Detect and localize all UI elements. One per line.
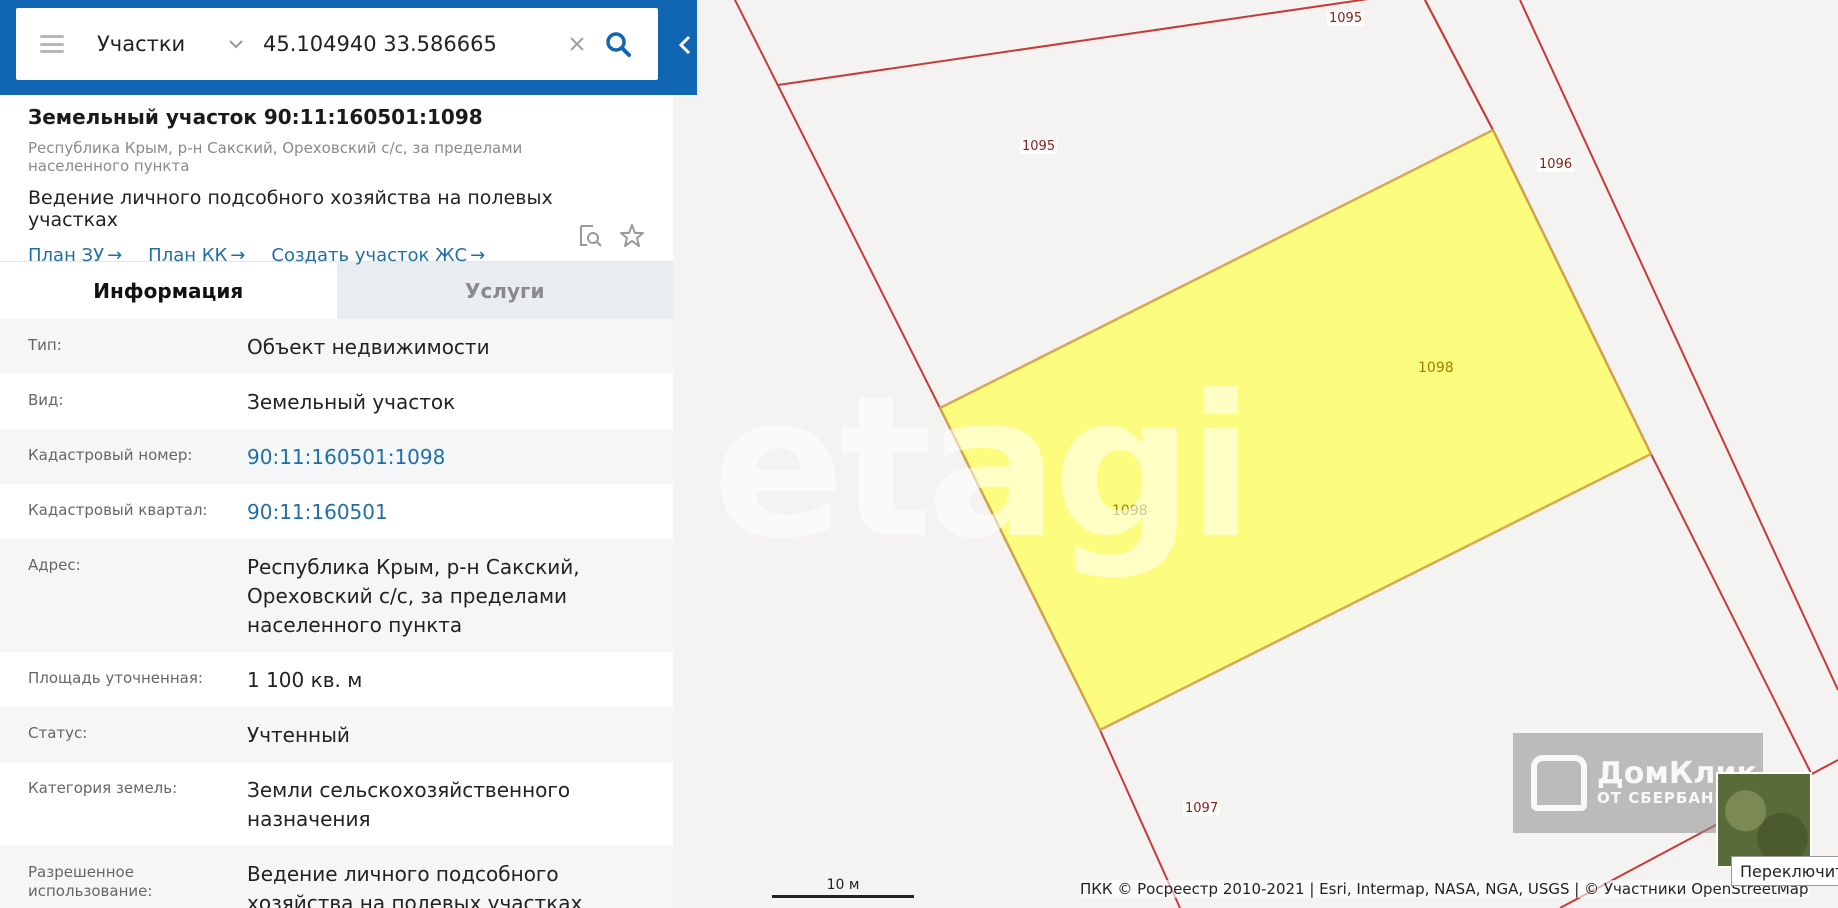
info-value: Ведение личного подсобного хозяйства на … bbox=[247, 862, 583, 908]
info-row: Вид: Земельный участок bbox=[0, 374, 673, 429]
info-key: Вид: bbox=[28, 391, 64, 409]
tab-information[interactable]: Информация bbox=[0, 262, 337, 319]
basemap-thumbnail[interactable] bbox=[1716, 772, 1812, 868]
info-row: Адрес: Республика Крым, р-н Сакский, Оре… bbox=[0, 539, 673, 652]
object-address: Республика Крым, р-н Сакский, Ореховский… bbox=[28, 139, 523, 175]
info-row: Тип: Объект недвижимости bbox=[0, 319, 673, 374]
search-icon[interactable] bbox=[604, 30, 632, 58]
parcel-label[interactable]: 1096 bbox=[1537, 157, 1575, 172]
layer-select[interactable]: Участки bbox=[97, 32, 217, 56]
parcel-label[interactable]: 1097 bbox=[1183, 801, 1221, 816]
switch-basemap-button[interactable]: Переключить bbox=[1731, 856, 1838, 886]
info-row: Статус: Учтенный bbox=[0, 707, 673, 762]
arrow-right-icon: → bbox=[230, 245, 246, 266]
close-icon[interactable] bbox=[568, 35, 586, 53]
info-value: Земельный участок bbox=[247, 390, 456, 414]
search-bar: Участки bbox=[16, 8, 658, 80]
info-key: Тип: bbox=[28, 336, 62, 354]
info-row: Разрешенное использование: Ведение лично… bbox=[0, 846, 673, 908]
info-row: Кадастровый номер: 90:11:160501:1098 bbox=[0, 429, 673, 484]
search-header: Участки bbox=[0, 0, 697, 95]
parcel-boundary-1095-mid bbox=[1424, 0, 1494, 131]
object-header: Земельный участок 90:11:160501:1098 Респ… bbox=[0, 95, 673, 266]
info-key: Кадастровый квартал: bbox=[28, 501, 208, 519]
object-actions bbox=[577, 223, 645, 249]
chevron-down-icon[interactable] bbox=[227, 35, 245, 53]
cadastral-number-link[interactable]: 90:11:160501:1098 bbox=[247, 429, 645, 484]
info-value: Учтенный bbox=[247, 723, 350, 747]
tab-services[interactable]: Услуги bbox=[336, 262, 673, 319]
arrow-right-icon: → bbox=[470, 245, 486, 266]
arrow-right-icon: → bbox=[107, 245, 123, 266]
parcel-label[interactable]: 1095 bbox=[1020, 139, 1058, 154]
object-permitted-use: Ведение личного подсобного хозяйства на … bbox=[28, 187, 553, 231]
info-value: 1 100 кв. м bbox=[247, 668, 363, 692]
menu-icon[interactable] bbox=[40, 35, 64, 53]
map-scale: 10 м bbox=[772, 877, 914, 898]
plan-zu-link[interactable]: План ЗУ → bbox=[28, 245, 122, 266]
info-row: Кадастровый квартал: 90:11:160501 bbox=[0, 484, 673, 539]
info-key: Адрес: bbox=[28, 556, 81, 574]
info-key: Площадь уточненная: bbox=[28, 669, 203, 687]
cadastral-quarter-link[interactable]: 90:11:160501 bbox=[247, 484, 645, 539]
info-row: Площадь уточненная: 1 100 кв. м bbox=[0, 652, 673, 707]
info-key: Кадастровый номер: bbox=[28, 446, 193, 464]
plan-kk-link[interactable]: План КК → bbox=[148, 245, 245, 266]
star-icon[interactable] bbox=[619, 223, 645, 249]
house-logo-icon bbox=[1531, 755, 1587, 811]
info-table: Тип: Объект недвижимости Вид: Земельный … bbox=[0, 319, 673, 908]
link-label: Создать участок ЖС bbox=[271, 245, 468, 266]
link-label: План КК bbox=[148, 245, 228, 266]
info-value: Земли сельскохозяйственного назначения bbox=[247, 778, 571, 831]
info-value: Республика Крым, р-н Сакский, Ореховский… bbox=[247, 555, 580, 637]
info-key: Статус: bbox=[28, 724, 88, 742]
document-search-icon[interactable] bbox=[577, 223, 603, 249]
parcel-label[interactable]: 1098 bbox=[1416, 360, 1456, 376]
info-value: Объект недвижимости bbox=[247, 335, 490, 359]
link-label: План ЗУ bbox=[28, 245, 105, 266]
search-input[interactable] bbox=[263, 32, 563, 56]
parcel-label[interactable]: 1095 bbox=[1327, 11, 1365, 26]
info-key: Разрешенное использование: bbox=[28, 863, 153, 900]
object-links: План ЗУ → План КК → Создать участок ЖС → bbox=[28, 245, 645, 266]
map-attribution: ПКК © Росреестр 2010-2021 | Esri, Interm… bbox=[1080, 880, 1809, 898]
object-info-panel: Земельный участок 90:11:160501:1098 Респ… bbox=[0, 95, 673, 908]
object-title: Земельный участок 90:11:160501:1098 bbox=[28, 105, 483, 129]
info-key: Категория земель: bbox=[28, 779, 178, 797]
create-parcel-link[interactable]: Создать участок ЖС → bbox=[271, 245, 485, 266]
info-row: Категория земель: Земли сельскохозяйстве… bbox=[0, 762, 673, 846]
watermark-etagi: etagi bbox=[712, 354, 1254, 582]
info-tabs: Информация Услуги bbox=[0, 261, 673, 319]
collapse-panel-icon[interactable] bbox=[674, 30, 696, 60]
